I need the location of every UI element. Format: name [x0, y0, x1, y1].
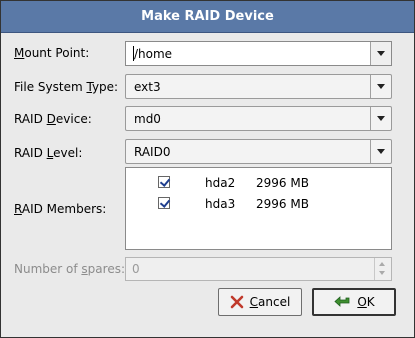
fs-type-label: File System Type: [14, 80, 119, 94]
chevron-down-icon [377, 51, 385, 56]
member-size: 2996 MB [256, 176, 309, 190]
cancel-button[interactable]: Cancel [218, 288, 302, 316]
spares-spinner: 0 [125, 257, 392, 281]
raid-level-select[interactable]: RAID0 [125, 139, 392, 164]
chevron-down-icon [377, 84, 385, 89]
mount-point-dropdown-button[interactable] [370, 42, 391, 65]
mount-point-value[interactable]: /home [134, 47, 172, 61]
fs-type-value: ext3 [134, 80, 161, 94]
member-checkbox[interactable] [158, 197, 170, 209]
mount-point-combo[interactable]: /home [125, 41, 392, 66]
member-size: 2996 MB [256, 197, 309, 211]
spares-value: 0 [132, 262, 140, 276]
spin-up-icon [379, 262, 385, 266]
chevron-down-icon [377, 149, 385, 154]
member-device: hda3 [205, 197, 236, 211]
ok-arrow-icon [334, 296, 350, 307]
list-item[interactable]: hda3 2996 MB [126, 195, 391, 215]
chevron-down-icon [377, 116, 385, 121]
raid-dialog: Make RAID Device Mount Point: /home File… [0, 0, 415, 338]
raid-members-label: RAID Members: [14, 202, 107, 216]
raid-level-value: RAID0 [134, 145, 171, 159]
raid-device-label: RAID Device: [14, 112, 92, 126]
raid-device-select[interactable]: md0 [125, 106, 392, 131]
member-device: hda2 [205, 176, 236, 190]
mount-point-label: Mount Point: [14, 46, 90, 60]
spin-down-icon [379, 271, 385, 275]
fs-type-select[interactable]: ext3 [125, 74, 392, 99]
list-item[interactable]: hda2 2996 MB [126, 174, 391, 194]
spares-label: Number of spares: [14, 262, 125, 276]
member-checkbox[interactable] [158, 176, 170, 188]
ok-button[interactable]: OK [312, 288, 396, 316]
raid-device-value: md0 [134, 112, 161, 126]
raid-members-list: hda2 2996 MB hda3 2996 MB [125, 167, 392, 250]
cancel-x-icon [230, 295, 243, 309]
raid-level-label: RAID Level: [14, 146, 83, 160]
dialog-title: Make RAID Device [1, 1, 414, 33]
